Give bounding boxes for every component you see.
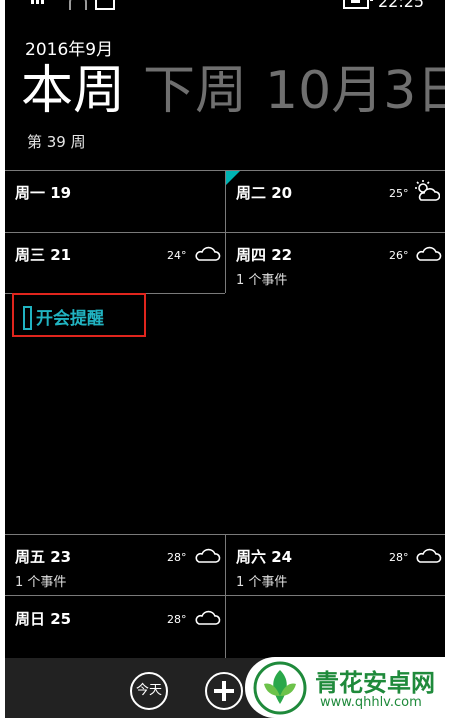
- cloud-icon: [416, 246, 442, 261]
- message-icon: [95, 0, 115, 10]
- day-cell-fri[interactable]: 周五 23: [15, 546, 71, 567]
- watermark-name: 青花安卓网: [315, 669, 435, 697]
- event-count: 1 个事件: [236, 273, 288, 288]
- week-pivot: 本周 下周 10月3日: [21, 55, 445, 127]
- signal-icon: [31, 0, 47, 10]
- wifi-icon: [69, 0, 87, 10]
- cloud-icon: [416, 548, 442, 563]
- status-bar: 22:25: [5, 0, 445, 14]
- cloud-icon: [195, 610, 221, 625]
- today-button[interactable]: 今天: [130, 672, 168, 710]
- week-number: 第 39 周: [27, 133, 86, 151]
- pivot-date[interactable]: 10月3日: [265, 61, 445, 121]
- event-color-bar: [23, 306, 32, 330]
- battery-icon: [343, 0, 373, 9]
- add-icon[interactable]: [205, 672, 243, 710]
- pivot-this-week[interactable]: 本周: [21, 61, 125, 121]
- temperature: 28°: [167, 613, 187, 626]
- watermark-logo-icon: [253, 661, 307, 715]
- day-cell-wed[interactable]: 周三 21: [15, 244, 71, 265]
- status-time: 22:25: [378, 0, 425, 11]
- day-cell-mon[interactable]: 周一 19: [15, 182, 71, 203]
- temperature: 24°: [167, 249, 187, 262]
- grid-divider: [225, 170, 226, 293]
- partly-sunny-icon: [415, 180, 440, 201]
- watermark-url: www.qhhlv.com: [320, 695, 422, 710]
- event-count: 1 个事件: [15, 575, 67, 590]
- day-cell-sat[interactable]: 周六 24: [236, 546, 292, 567]
- day-cell-sun[interactable]: 周日 25: [15, 608, 71, 629]
- pivot-next-week[interactable]: 下周: [143, 61, 247, 121]
- cloud-icon: [195, 246, 221, 261]
- event-title[interactable]: 开会提醒: [36, 304, 104, 329]
- temperature: 28°: [389, 551, 409, 564]
- temperature: 26°: [389, 249, 409, 262]
- event-count: 1 个事件: [236, 575, 288, 590]
- day-cell-thu[interactable]: 周四 22: [236, 244, 292, 265]
- calendar-screen: 22:25 2016年9月 本周 下周 10月3日 第 39 周 周一 19 周二 …: [5, 0, 445, 718]
- grid-divider: [225, 534, 226, 658]
- day-cell-tue[interactable]: 周二 20: [236, 182, 292, 203]
- temperature: 28°: [167, 551, 187, 564]
- temperature: 25°: [389, 187, 409, 200]
- cloud-icon: [195, 548, 221, 563]
